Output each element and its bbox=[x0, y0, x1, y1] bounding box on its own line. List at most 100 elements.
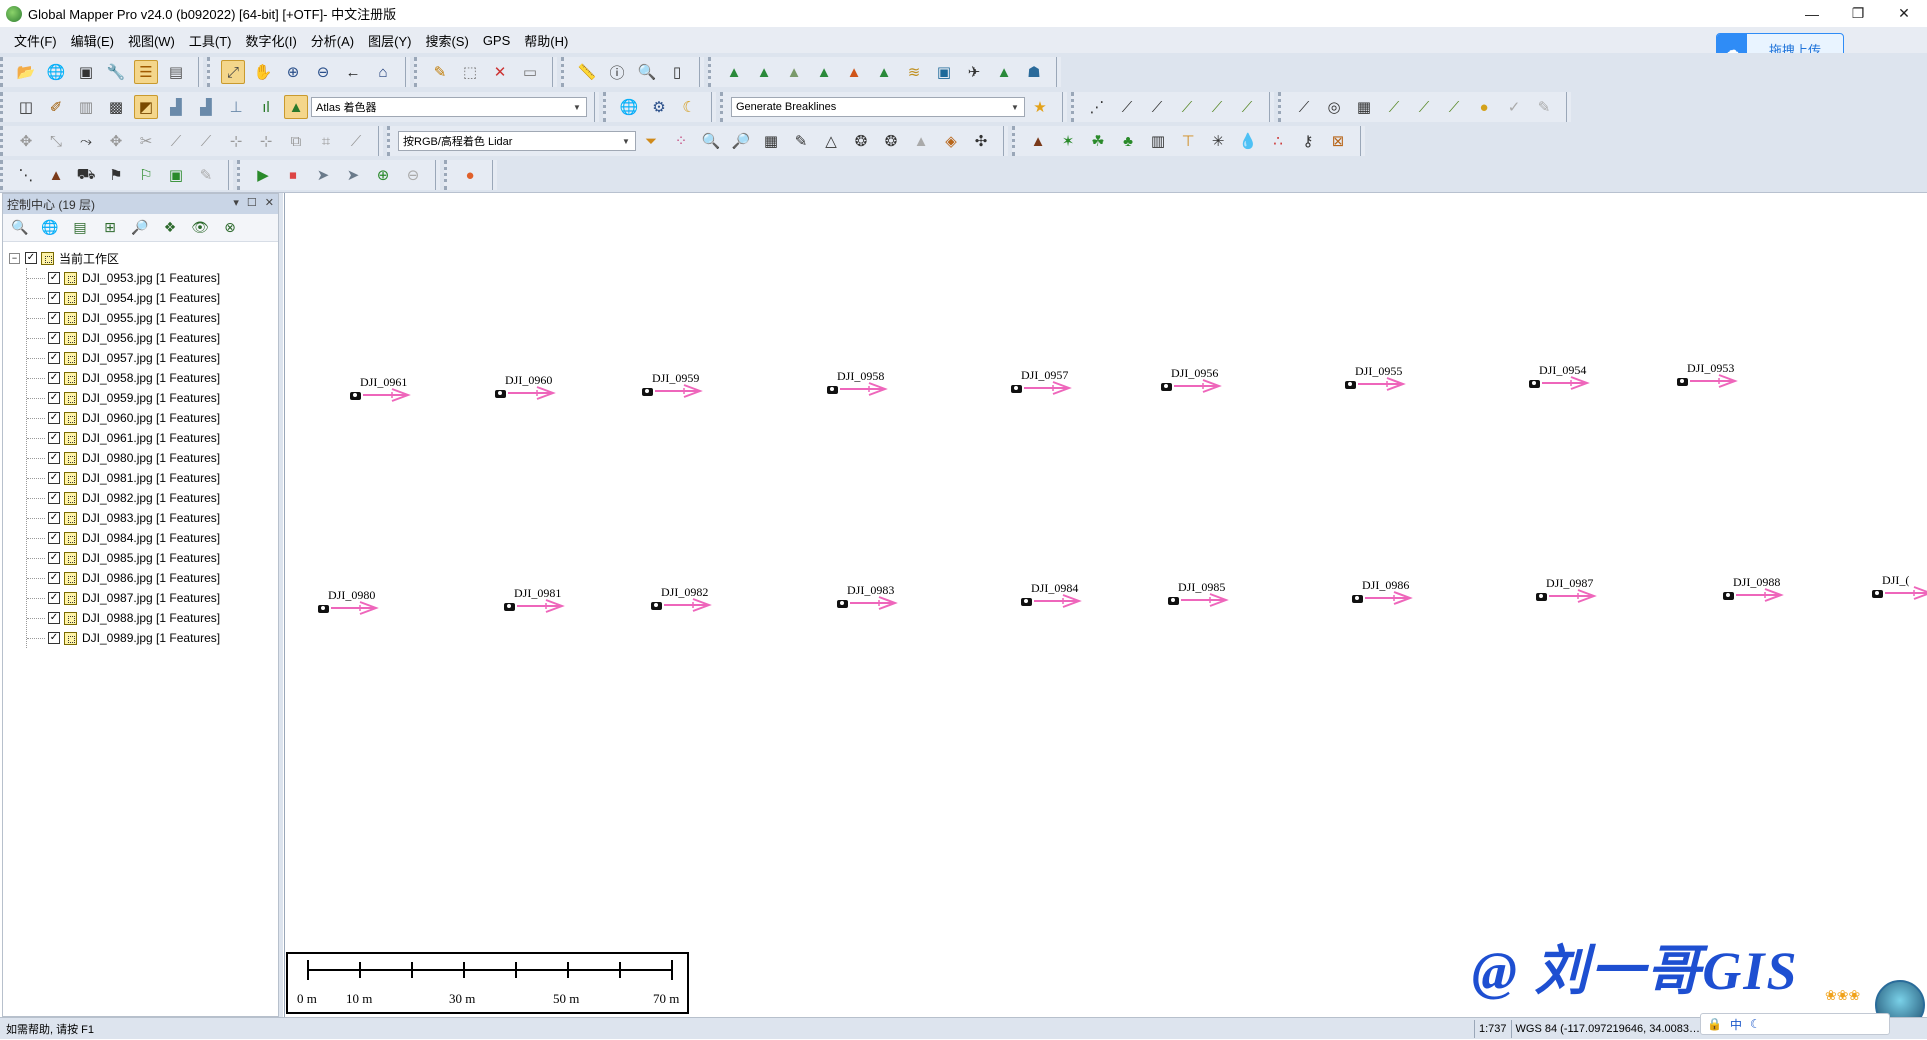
photo-feature[interactable]: DJI_0988 bbox=[1723, 575, 1813, 615]
ruler-icon[interactable]: 📏 bbox=[575, 60, 599, 84]
toolbar-grip[interactable] bbox=[694, 57, 700, 87]
photo-feature[interactable]: DJI_0985 bbox=[1168, 580, 1258, 620]
layer-checkbox[interactable]: ✓ bbox=[48, 272, 60, 284]
layer-item[interactable]: ✓ DJI_0986.jpg [1 Features] bbox=[27, 568, 220, 588]
globe-grid-icon[interactable]: 🌐 bbox=[617, 95, 641, 119]
crop-icon[interactable]: ⌗ bbox=[314, 129, 338, 153]
search-map-icon[interactable]: 🔍 bbox=[635, 60, 659, 84]
fly-icon[interactable]: ➤ bbox=[311, 163, 335, 187]
lidar-tool-3-icon[interactable]: ⟋ bbox=[1412, 95, 1436, 119]
triangle-icon[interactable]: △ bbox=[819, 129, 843, 153]
shader-select[interactable]: Atlas 着色器 ▼ bbox=[311, 97, 587, 117]
reset-class-icon[interactable]: ⊠ bbox=[1326, 129, 1350, 153]
terrain-8-icon[interactable]: ▣ bbox=[932, 60, 956, 84]
drone-icon[interactable]: ✣ bbox=[969, 129, 993, 153]
layer-checkbox[interactable]: ✓ bbox=[48, 612, 60, 624]
pan-zoom-icon[interactable]: ⤢ bbox=[221, 60, 245, 84]
lidar-tool-6-icon[interactable]: ✓ bbox=[1502, 95, 1526, 119]
classify-icon[interactable]: ▦ bbox=[759, 129, 783, 153]
layer-item[interactable]: ✓ DJI_0984.jpg [1 Features] bbox=[27, 528, 220, 548]
terrain-6-icon[interactable]: ▲ bbox=[872, 60, 896, 84]
merge-icon[interactable]: ⧉ bbox=[284, 129, 308, 153]
color-wheel-icon[interactable]: ● bbox=[458, 163, 482, 187]
photo-feature[interactable]: DJI_0961 bbox=[350, 375, 440, 415]
toolbar-grip[interactable] bbox=[1264, 92, 1270, 122]
photo-feature[interactable]: DJI_0987 bbox=[1536, 576, 1626, 616]
layer-checkbox[interactable]: ✓ bbox=[48, 512, 60, 524]
close-button[interactable]: ✕ bbox=[1881, 0, 1927, 27]
layer-checkbox[interactable]: ✓ bbox=[48, 432, 60, 444]
target-icon[interactable]: ◎ bbox=[1322, 95, 1346, 119]
terrain-10-icon[interactable]: ▲ bbox=[992, 60, 1016, 84]
terrain-2-icon[interactable]: ▲ bbox=[752, 60, 776, 84]
layer-checkbox[interactable]: ✓ bbox=[48, 392, 60, 404]
toolbar-grip[interactable] bbox=[547, 57, 553, 87]
ruler-line-icon[interactable]: ⟋ bbox=[344, 129, 368, 153]
points-icon[interactable]: ⁘ bbox=[669, 129, 693, 153]
layer-item[interactable]: ✓ DJI_0954.jpg [1 Features] bbox=[27, 288, 220, 308]
building-icon[interactable]: ▥ bbox=[1146, 129, 1170, 153]
map-flag-icon[interactable]: ⚐ bbox=[134, 163, 158, 187]
delete-x-icon[interactable]: ✕ bbox=[488, 60, 512, 84]
info-icon[interactable]: ⓘ bbox=[605, 60, 629, 84]
restore-button[interactable]: ❐ bbox=[1835, 0, 1881, 27]
point-search-icon[interactable]: 🔍 bbox=[699, 129, 723, 153]
layer-item[interactable]: ✓ DJI_0956.jpg [1 Features] bbox=[27, 328, 220, 348]
terrain-4-icon[interactable]: ▲ bbox=[812, 60, 836, 84]
toolbar-grip[interactable] bbox=[430, 160, 436, 190]
device-icon[interactable]: ▯ bbox=[665, 60, 689, 84]
photo-feature[interactable]: DJI_0982 bbox=[651, 585, 741, 625]
layer-checkbox[interactable]: ✓ bbox=[48, 372, 60, 384]
draw-line-6-icon[interactable]: ⟋ bbox=[1235, 95, 1259, 119]
draw-line-1-icon[interactable]: ⋰ bbox=[1085, 95, 1109, 119]
layer-globe-icon[interactable]: 🌐 bbox=[39, 217, 61, 239]
toolbar-grip[interactable] bbox=[373, 126, 379, 156]
photo-feature[interactable]: DJI_0959 bbox=[642, 371, 732, 411]
minimize-button[interactable]: — bbox=[1789, 0, 1835, 27]
photo-feature[interactable]: DJI_0986 bbox=[1352, 578, 1442, 618]
add-layer-icon[interactable]: ⊕ bbox=[371, 163, 395, 187]
point-query-icon[interactable]: 🔎 bbox=[729, 129, 753, 153]
panel-close-button[interactable]: ✕ bbox=[265, 196, 274, 209]
toolbar-grip[interactable] bbox=[1057, 92, 1063, 122]
tower-icon[interactable]: ⊥ bbox=[224, 95, 248, 119]
photo-feature[interactable]: DJI_0956 bbox=[1161, 366, 1251, 406]
profile-icon[interactable]: ▟ bbox=[164, 95, 188, 119]
toolbar-grip[interactable] bbox=[223, 160, 229, 190]
layer-item[interactable]: ✓ DJI_0985.jpg [1 Features] bbox=[27, 548, 220, 568]
layer-item[interactable]: ✓ DJI_0958.jpg [1 Features] bbox=[27, 368, 220, 388]
panel-float-button[interactable]: ☐ bbox=[247, 196, 257, 209]
move-vertex-icon[interactable]: ✥ bbox=[104, 129, 128, 153]
lidar-color-select[interactable]: 按RGB/高程着色 Lidar ▼ bbox=[398, 131, 636, 151]
toolbar-grip[interactable] bbox=[1355, 126, 1361, 156]
photo-feature[interactable]: DJI_0955 bbox=[1345, 364, 1435, 404]
menu-gps[interactable]: GPS bbox=[483, 33, 510, 48]
toolbar-grip[interactable] bbox=[589, 92, 595, 122]
menu-view[interactable]: 视图(W) bbox=[128, 31, 175, 50]
cut-icon[interactable]: ✂ bbox=[134, 129, 158, 153]
star-icon[interactable]: ★ bbox=[1028, 95, 1052, 119]
collapse-icon[interactable]: − bbox=[9, 252, 20, 264]
terrain-9-icon[interactable]: ✈ bbox=[962, 60, 986, 84]
contour-icon[interactable]: ıl bbox=[254, 95, 278, 119]
terrain-11-icon[interactable]: ☗ bbox=[1022, 60, 1046, 84]
lidar-tool-7-icon[interactable]: ✎ bbox=[1532, 95, 1556, 119]
split-line-icon[interactable]: ⟋ bbox=[164, 129, 188, 153]
filter-icon[interactable]: ⏷ bbox=[639, 129, 663, 153]
panel-toggle-icon[interactable]: ▥ bbox=[74, 95, 98, 119]
ime-mode[interactable]: 中 bbox=[1730, 1016, 1742, 1033]
elevation-icon[interactable]: ▟ bbox=[194, 95, 218, 119]
menu-analysis[interactable]: 分析(A) bbox=[311, 31, 354, 50]
save-icon[interactable]: ▣ bbox=[74, 60, 98, 84]
layer-zoom-icon[interactable]: 🔍 bbox=[9, 217, 31, 239]
terrain-1-icon[interactable]: ▲ bbox=[722, 60, 746, 84]
layer-item[interactable]: ✓ DJI_0953.jpg [1 Features] bbox=[27, 268, 220, 288]
panel-menu-button[interactable]: ▾ bbox=[233, 196, 239, 209]
layer-item[interactable]: ✓ DJI_0982.jpg [1 Features] bbox=[27, 488, 220, 508]
photo-feature[interactable]: DJI_0983 bbox=[837, 583, 927, 623]
zoom-in-icon[interactable]: ⊕ bbox=[281, 60, 305, 84]
photo-feature[interactable]: DJI_0954 bbox=[1529, 363, 1619, 403]
layer-group-icon[interactable]: ❖ bbox=[159, 217, 181, 239]
layer-checkbox[interactable]: ✓ bbox=[48, 592, 60, 604]
water-icon[interactable]: 💧 bbox=[1236, 129, 1260, 153]
